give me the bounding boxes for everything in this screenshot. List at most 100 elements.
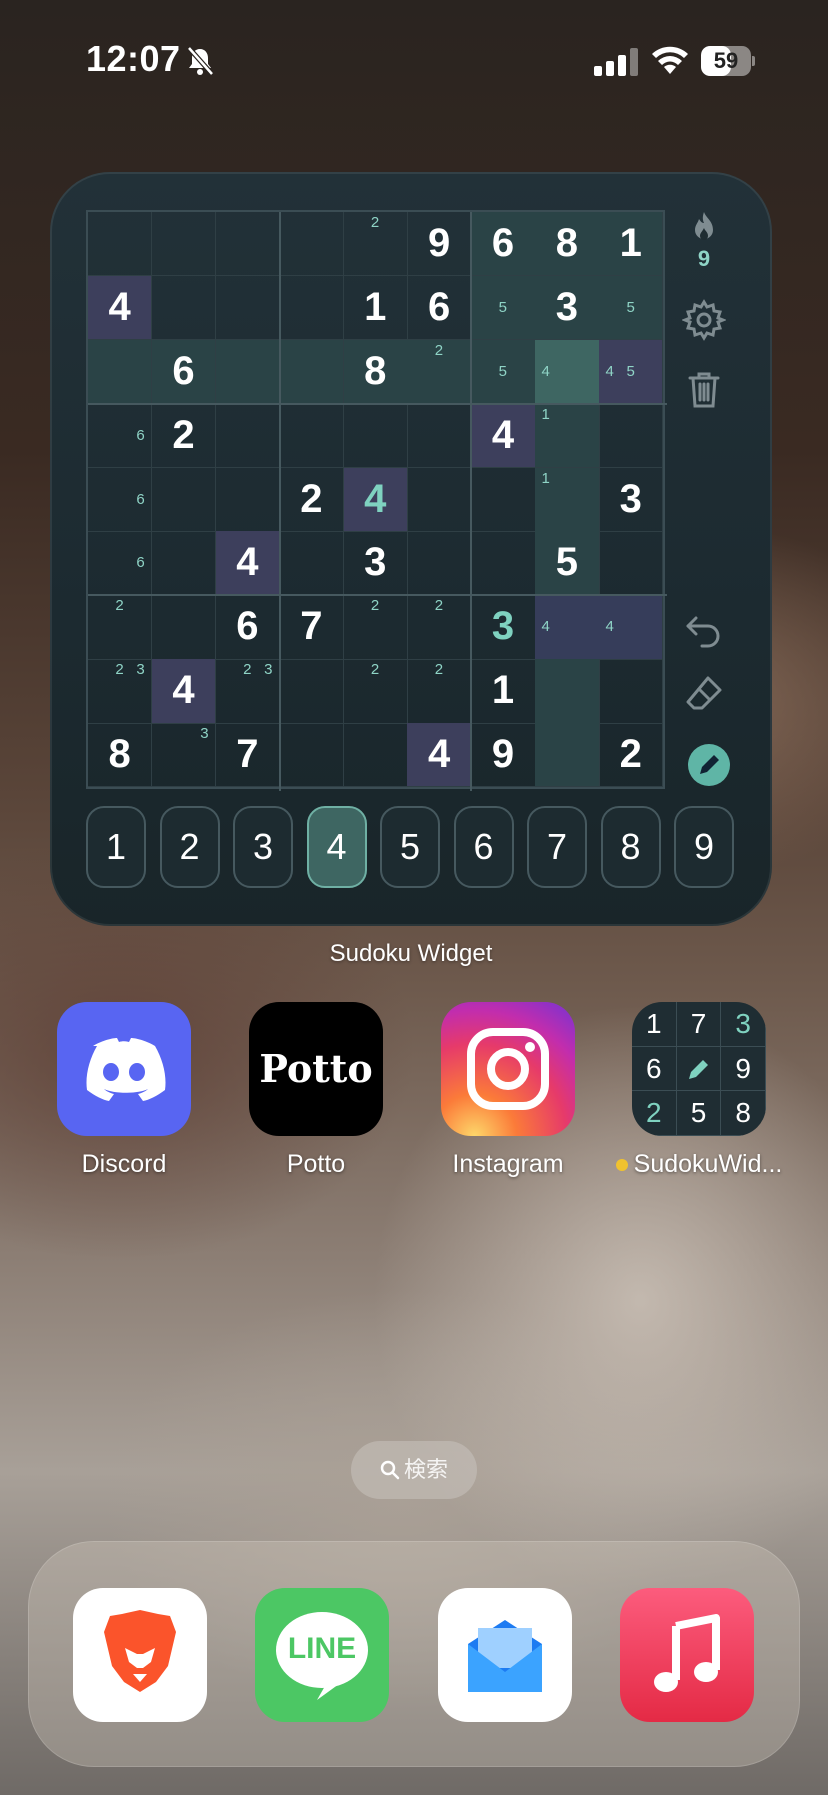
sudoku-cell[interactable]: 6 xyxy=(88,467,153,532)
number-key-8[interactable]: 8 xyxy=(600,806,661,888)
sudoku-cell[interactable]: 6 xyxy=(407,275,472,341)
gear-icon[interactable] xyxy=(682,298,726,342)
sudoku-cell[interactable] xyxy=(215,275,281,341)
number-key-9[interactable]: 9 xyxy=(674,806,734,888)
undo-icon[interactable] xyxy=(682,606,726,650)
sudoku-cell[interactable]: 2 xyxy=(88,595,153,660)
sudoku-cell[interactable]: 1 xyxy=(343,275,408,341)
sudoku-cell[interactable]: 2 xyxy=(407,659,472,724)
sudoku-cell[interactable] xyxy=(471,531,536,596)
sudoku-cell[interactable]: 4 xyxy=(471,403,536,468)
number-key-6[interactable]: 6 xyxy=(453,806,514,888)
sudoku-cell[interactable]: 2 xyxy=(151,403,217,468)
sudoku-cell[interactable] xyxy=(471,467,536,532)
sudoku-widget[interactable]: 2968141653568254456241624136435267223442… xyxy=(50,172,772,926)
sudoku-cell[interactable]: 9 xyxy=(407,212,472,277)
sudoku-cell[interactable]: 6 xyxy=(471,212,536,277)
sudoku-cell[interactable]: 4 xyxy=(151,659,217,724)
sudoku-cell[interactable]: 7 xyxy=(215,723,281,788)
sudoku-cell[interactable] xyxy=(279,723,344,788)
sudoku-cell[interactable] xyxy=(215,212,281,277)
dock-app-brave[interactable] xyxy=(73,1588,207,1722)
sudoku-cell[interactable]: 3 xyxy=(535,275,600,341)
sudoku-cell[interactable]: 6 xyxy=(88,403,153,468)
app-instagram[interactable]: Instagram xyxy=(441,1002,575,1178)
sudoku-cell[interactable] xyxy=(279,339,344,405)
sudoku-cell[interactable]: 3 xyxy=(343,531,408,596)
sudoku-cell[interactable] xyxy=(599,659,664,724)
sudoku-cell[interactable]: 5 xyxy=(471,275,536,341)
sudoku-cell[interactable] xyxy=(279,403,344,468)
dock-app-music[interactable] xyxy=(620,1588,754,1722)
sudoku-cell[interactable] xyxy=(279,275,344,341)
sudoku-cell[interactable] xyxy=(535,659,600,724)
sudoku-cell[interactable] xyxy=(279,531,344,596)
number-key-3[interactable]: 3 xyxy=(233,806,293,888)
sudoku-cell[interactable] xyxy=(88,212,153,277)
number-key-5[interactable]: 5 xyxy=(380,806,440,888)
sudoku-cell[interactable]: 1 xyxy=(535,403,600,468)
sudoku-cell[interactable]: 7 xyxy=(279,595,344,660)
sudoku-cell[interactable]: 5 xyxy=(599,275,664,341)
sudoku-cell[interactable]: 1 xyxy=(535,467,600,532)
sudoku-cell[interactable]: 4 xyxy=(407,723,472,788)
sudoku-cell[interactable] xyxy=(279,212,344,277)
sudoku-cell[interactable]: 9 xyxy=(471,723,536,788)
sudoku-cell[interactable]: 8 xyxy=(535,212,600,277)
sudoku-cell[interactable]: 2 xyxy=(407,595,472,660)
sudoku-cell[interactable]: 2 xyxy=(279,467,344,532)
sudoku-cell[interactable]: 4 xyxy=(88,275,153,341)
sudoku-cell[interactable] xyxy=(407,467,472,532)
sudoku-cell[interactable] xyxy=(88,339,153,405)
sudoku-cell[interactable] xyxy=(343,723,408,788)
sudoku-cell[interactable]: 4 xyxy=(215,531,281,596)
pencil-notes-button[interactable] xyxy=(688,744,730,786)
sudoku-cell[interactable]: 8 xyxy=(88,723,153,788)
app-sudokuwidget[interactable]: 17369258 SudokuWid... xyxy=(615,1002,782,1178)
sudoku-cell[interactable]: 5 xyxy=(471,339,536,405)
sudoku-cell[interactable]: 2 xyxy=(407,339,472,405)
sudoku-cell[interactable]: 4 xyxy=(343,467,408,532)
app-discord[interactable]: Discord xyxy=(57,1002,191,1178)
number-key-1[interactable]: 1 xyxy=(86,806,146,888)
dock-app-mail[interactable] xyxy=(438,1588,572,1722)
sudoku-board[interactable]: 2968141653568254456241624136435267223442… xyxy=(86,210,667,791)
sudoku-cell[interactable] xyxy=(151,531,217,596)
sudoku-cell[interactable] xyxy=(151,275,217,341)
sudoku-cell[interactable] xyxy=(599,531,664,596)
sudoku-cell[interactable] xyxy=(151,595,217,660)
sudoku-cell[interactable] xyxy=(407,531,472,596)
sudoku-cell[interactable]: 2 xyxy=(343,595,408,660)
sudoku-cell[interactable]: 23 xyxy=(88,659,153,724)
eraser-icon[interactable] xyxy=(682,672,726,716)
sudoku-cell[interactable] xyxy=(215,467,281,532)
sudoku-cell[interactable]: 3 xyxy=(599,467,664,532)
sudoku-cell[interactable] xyxy=(535,723,600,788)
sudoku-cell[interactable] xyxy=(343,403,408,468)
trash-icon[interactable] xyxy=(682,368,726,412)
sudoku-cell[interactable]: 5 xyxy=(535,531,600,596)
sudoku-cell[interactable]: 2 xyxy=(343,212,408,277)
sudoku-cell[interactable]: 6 xyxy=(215,595,281,660)
sudoku-cell[interactable]: 1 xyxy=(471,659,536,724)
sudoku-cell[interactable]: 3 xyxy=(151,723,217,788)
number-key-7[interactable]: 7 xyxy=(527,806,587,888)
sudoku-cell[interactable]: 4 xyxy=(535,339,600,405)
sudoku-cell[interactable] xyxy=(151,467,217,532)
sudoku-cell[interactable] xyxy=(279,659,344,724)
sudoku-cell[interactable]: 4 xyxy=(535,595,600,660)
app-potto[interactable]: Potto Potto xyxy=(249,1002,383,1178)
sudoku-cell[interactable]: 45 xyxy=(599,339,664,405)
sudoku-cell[interactable] xyxy=(151,212,217,277)
sudoku-cell[interactable]: 4 xyxy=(599,595,664,660)
dock-app-line[interactable]: LINE xyxy=(255,1588,389,1722)
sudoku-cell[interactable]: 2 xyxy=(343,659,408,724)
number-key-2[interactable]: 2 xyxy=(159,806,220,888)
sudoku-cell[interactable]: 8 xyxy=(343,339,408,405)
sudoku-cell[interactable]: 1 xyxy=(599,212,664,277)
sudoku-cell[interactable] xyxy=(215,403,281,468)
search-button[interactable]: 検索 xyxy=(351,1441,477,1499)
sudoku-cell[interactable]: 6 xyxy=(88,531,153,596)
sudoku-cell[interactable]: 23 xyxy=(215,659,281,724)
sudoku-cell[interactable]: 6 xyxy=(151,339,217,405)
